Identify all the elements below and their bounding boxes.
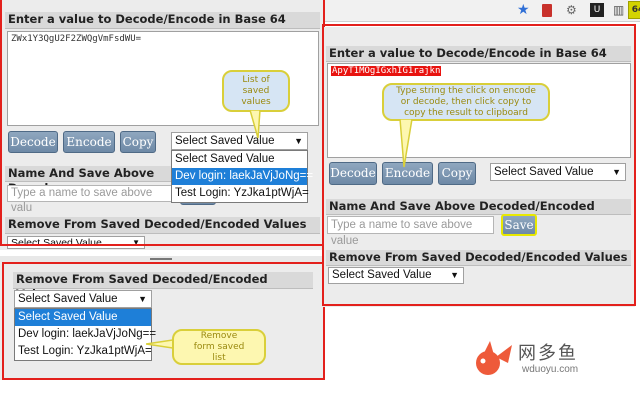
puzzle-icon[interactable]: ▥ bbox=[613, 3, 624, 17]
browser-toolbar: ★ ⚙ U ▥ 64 bbox=[323, 0, 640, 22]
left-highlight-frame bbox=[0, 0, 325, 246]
fish-logo-icon bbox=[476, 341, 512, 375]
settings-icon[interactable]: ⚙ bbox=[566, 3, 577, 17]
base64-extension-icon[interactable]: 64 bbox=[628, 1, 640, 19]
star-icon[interactable]: ★ bbox=[517, 2, 530, 18]
bookmark-red-icon[interactable] bbox=[542, 4, 552, 17]
dark-extension-icon[interactable]: U bbox=[590, 3, 604, 17]
bottom-highlight-frame bbox=[2, 262, 325, 380]
watermark-url: wduoyu.com bbox=[522, 364, 579, 375]
watermark-brand: 网多鱼 bbox=[518, 343, 578, 364]
watermark: 网多鱼 wduoyu.com bbox=[470, 337, 630, 387]
right-highlight-frame bbox=[322, 24, 636, 306]
